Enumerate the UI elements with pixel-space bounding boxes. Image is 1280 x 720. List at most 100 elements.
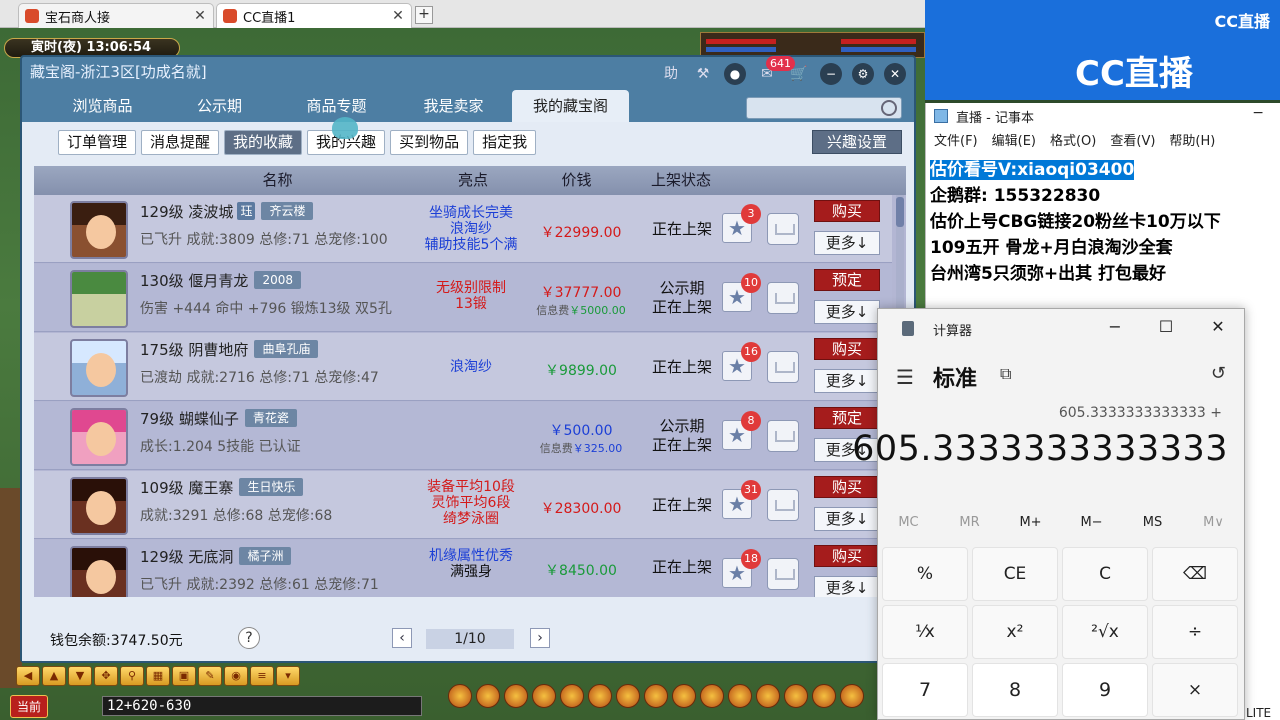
skill-icon[interactable] <box>560 684 584 708</box>
mc-button[interactable]: MC <box>878 515 939 537</box>
arrow-down-icon[interactable]: ▼ <box>68 666 92 686</box>
search-input[interactable] <box>746 97 902 119</box>
grid-icon[interactable]: ▦ <box>146 666 170 686</box>
interest-settings-button[interactable]: 兴趣设置 <box>812 130 902 154</box>
reciprocal-button[interactable]: ¹⁄x <box>882 605 968 659</box>
favorite-star-icon[interactable]: ★ 3 <box>722 204 761 243</box>
subtab-assigned[interactable]: 指定我 <box>473 130 537 155</box>
tab-my-pavilion[interactable]: 我的藏宝阁 <box>512 90 629 122</box>
table-row[interactable]: 130级 偃月青龙 2008 伤害 +444 命中 +796 锻炼13级 双5孔 … <box>34 264 892 332</box>
favorite-star-icon[interactable]: ★ 31 <box>722 480 761 519</box>
mr-button[interactable]: MR <box>939 515 1000 537</box>
backspace-button[interactable]: ⌫ <box>1152 547 1238 601</box>
buy-button[interactable]: 购买 <box>814 545 880 567</box>
table-row[interactable]: 129级 无底洞 橘子洲 已飞升 成就:2392 总修:61 总宠修:71 机缘属… <box>34 540 892 597</box>
help-button[interactable]: 助 <box>660 63 682 85</box>
skill-icon[interactable] <box>728 684 752 708</box>
more-button[interactable]: 更多↓ <box>814 300 880 324</box>
skill-icon[interactable] <box>476 684 500 708</box>
more-button[interactable]: 更多↓ <box>814 576 880 597</box>
help-icon[interactable]: ? <box>238 627 260 649</box>
buy-button[interactable]: 购买 <box>814 476 880 498</box>
digit-9-button[interactable]: 9 <box>1062 663 1148 717</box>
tab-topics[interactable]: 商品专题 <box>278 90 395 122</box>
prev-page-button[interactable]: ‹ <box>392 628 412 648</box>
table-row[interactable]: 129级 凌波城珏齐云楼 已飞升 成就:3809 总修:71 总宠修:100 坐… <box>34 195 892 263</box>
browser-tab-cc-live[interactable]: CC直播1 ✕ <box>216 3 412 28</box>
search-icon[interactable]: ⚲ <box>120 666 144 686</box>
minimize-button[interactable]: − <box>1252 105 1264 121</box>
table-row[interactable]: 175级 阴曹地府 曲阜孔庙 已渡劫 成就:2716 总修:71 总宠修:47 浪… <box>34 333 892 401</box>
more-button[interactable]: 更多↓ <box>814 507 880 531</box>
skill-icon[interactable] <box>616 684 640 708</box>
add-cart-icon[interactable] <box>767 489 799 521</box>
add-cart-icon[interactable] <box>767 213 799 245</box>
tab-seller[interactable]: 我是卖家 <box>395 90 512 122</box>
skill-icon[interactable] <box>504 684 528 708</box>
favorite-star-icon[interactable]: ★ 18 <box>722 549 761 588</box>
skill-icon[interactable] <box>812 684 836 708</box>
clear-button[interactable]: C <box>1062 547 1148 601</box>
subtab-favorites[interactable]: 我的收藏 <box>224 130 303 155</box>
m-minus-button[interactable]: M− <box>1061 515 1122 537</box>
browser-tab-gem-merchant[interactable]: 宝石商人接 ✕ <box>18 3 214 28</box>
reserve-button[interactable]: 预定 <box>814 269 880 291</box>
memory-list-button[interactable]: M∨ <box>1183 515 1244 537</box>
chat-channel-button[interactable]: 当前 <box>10 694 49 718</box>
maximize-button[interactable]: ☐ <box>1156 317 1176 336</box>
menu-file[interactable]: 文件(F) <box>934 129 978 155</box>
chat-bubble-icon[interactable]: ◉ <box>224 666 248 686</box>
more-button[interactable]: 更多↓ <box>814 369 880 393</box>
buy-button[interactable]: 购买 <box>814 200 880 222</box>
favorite-star-icon[interactable]: ★ 16 <box>722 342 761 381</box>
notepad-text-area[interactable]: 估价看号V:xiaoqi03400 企鹅群: 155322830 估价上号CBG… <box>926 155 1280 289</box>
menu-view[interactable]: 查看(V) <box>1110 129 1155 155</box>
close-button[interactable]: ✕ <box>1208 317 1228 336</box>
minimize-button[interactable]: − <box>1105 317 1125 336</box>
more-button[interactable]: 更多↓ <box>814 231 880 255</box>
skill-icon[interactable] <box>784 684 808 708</box>
list-icon[interactable]: ≡ <box>250 666 274 686</box>
ms-button[interactable]: MS <box>1122 515 1183 537</box>
close-button[interactable]: ✕ <box>884 63 906 85</box>
favorite-star-icon[interactable]: ★ 8 <box>722 411 761 450</box>
move-icon[interactable]: ✥ <box>94 666 118 686</box>
buy-button[interactable]: 购买 <box>814 338 880 360</box>
hammer-icon[interactable]: ⚒ <box>692 63 714 85</box>
close-icon[interactable]: ✕ <box>391 8 405 24</box>
square-button[interactable]: x² <box>972 605 1058 659</box>
sqrt-button[interactable]: ²√x <box>1062 605 1148 659</box>
multiply-button[interactable]: × <box>1152 663 1238 717</box>
favorite-star-icon[interactable]: ★ 10 <box>722 273 761 312</box>
skill-icon[interactable] <box>840 684 864 708</box>
add-cart-icon[interactable] <box>767 351 799 383</box>
history-icon[interactable]: ↺ <box>1211 363 1226 384</box>
menu-help[interactable]: 帮助(H) <box>1169 129 1215 155</box>
lock-icon[interactable]: ▣ <box>172 666 196 686</box>
skill-icon[interactable] <box>532 684 556 708</box>
arrow-left-icon[interactable]: ◀ <box>16 666 40 686</box>
tab-public-period[interactable]: 公示期 <box>161 90 278 122</box>
subtab-orders[interactable]: 订单管理 <box>58 130 137 155</box>
chat-input[interactable]: 12+620-630 <box>102 696 423 716</box>
close-icon[interactable]: ✕ <box>193 8 207 24</box>
menu-icon[interactable]: ☰ <box>896 365 914 389</box>
digit-8-button[interactable]: 8 <box>972 663 1058 717</box>
dropdown-icon[interactable]: ▾ <box>276 666 300 686</box>
add-cart-icon[interactable] <box>767 420 799 452</box>
menu-edit[interactable]: 编辑(E) <box>992 129 1036 155</box>
scroll-thumb[interactable] <box>896 197 904 227</box>
skill-icon[interactable] <box>756 684 780 708</box>
next-page-button[interactable]: › <box>530 628 550 648</box>
settings-gear-icon[interactable]: ⚙ <box>852 63 874 85</box>
percent-button[interactable]: % <box>882 547 968 601</box>
add-cart-icon[interactable] <box>767 282 799 314</box>
digit-7-button[interactable]: 7 <box>882 663 968 717</box>
subtab-notifications[interactable]: 消息提醒 <box>141 130 220 155</box>
reserve-button[interactable]: 预定 <box>814 407 880 429</box>
minimize-button[interactable]: − <box>820 63 842 85</box>
m-plus-button[interactable]: M+ <box>1000 515 1061 537</box>
skill-icon[interactable] <box>644 684 668 708</box>
record-icon[interactable]: ● <box>724 63 746 85</box>
new-tab-button[interactable]: + <box>415 6 433 24</box>
